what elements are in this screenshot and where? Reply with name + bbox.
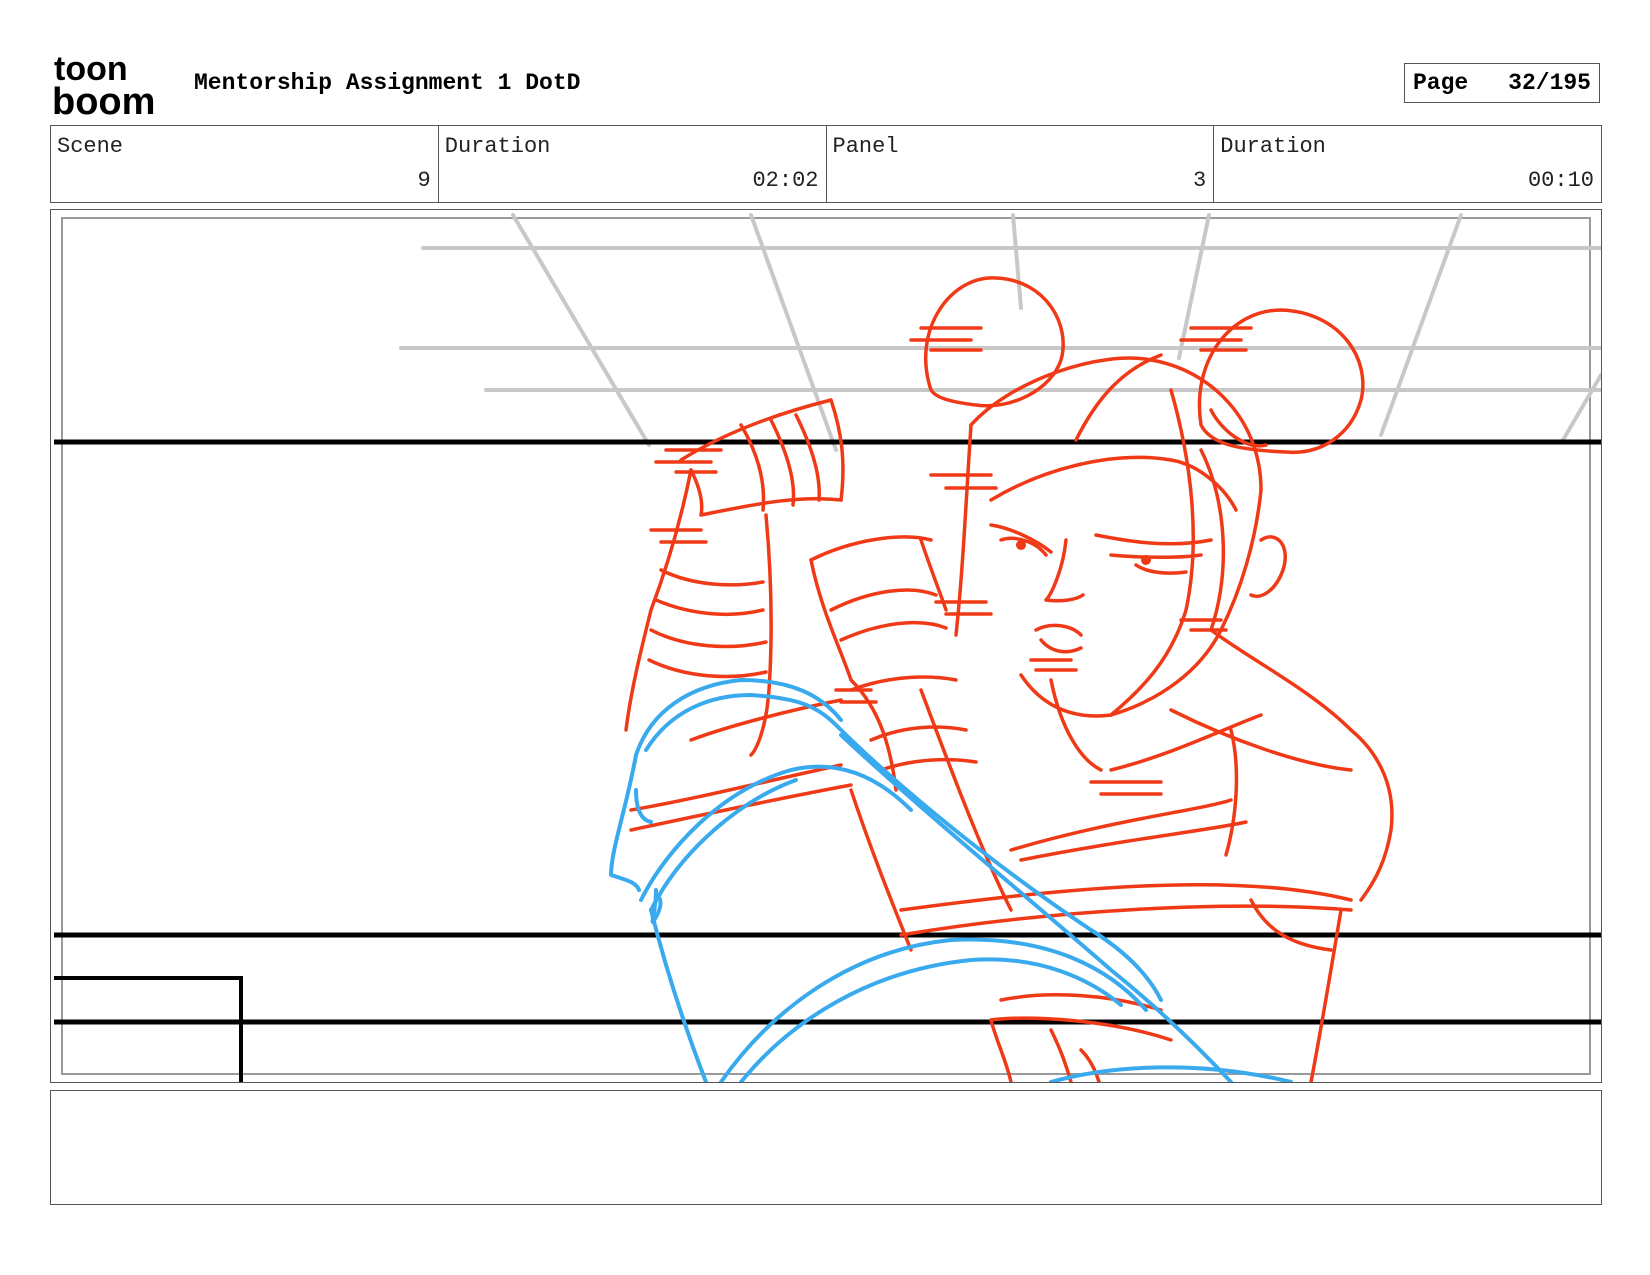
panel-duration-value: 00:10 [1527, 168, 1594, 193]
panel-duration-cell: Duration 00:10 [1213, 126, 1601, 202]
document-title: Mentorship Assignment 1 DotD [194, 70, 581, 96]
scene-duration-label: Duration [444, 134, 551, 159]
page-number: 32/195 [1508, 70, 1591, 96]
panel-label: Panel [832, 134, 899, 159]
scene-duration-value: 02:02 [752, 168, 819, 193]
page-indicator: Page 32/195 [1404, 63, 1600, 103]
panel-duration-label: Duration [1220, 134, 1326, 159]
scene-duration-cell: Duration 02:02 [437, 126, 826, 202]
scene-info-row: Scene 9 Duration 02:02 Panel 3 Duration … [50, 125, 1602, 203]
toon-boom-logo: toon boom [52, 52, 155, 118]
scene-label: Scene [57, 134, 124, 159]
scene-value: 9 [417, 168, 431, 193]
storyboard-panel [50, 209, 1602, 1083]
panel-cell: Panel 3 [825, 126, 1214, 202]
panel-notes [50, 1090, 1602, 1205]
scene-cell: Scene 9 [51, 126, 438, 202]
panel-sketch [54, 213, 1601, 1082]
ceiling-grid [399, 213, 1601, 452]
logo-text-bottom: boom [52, 81, 155, 118]
page-label: Page [1413, 70, 1469, 96]
panel-value: 3 [1193, 168, 1207, 193]
wall-lines [54, 439, 1601, 1082]
